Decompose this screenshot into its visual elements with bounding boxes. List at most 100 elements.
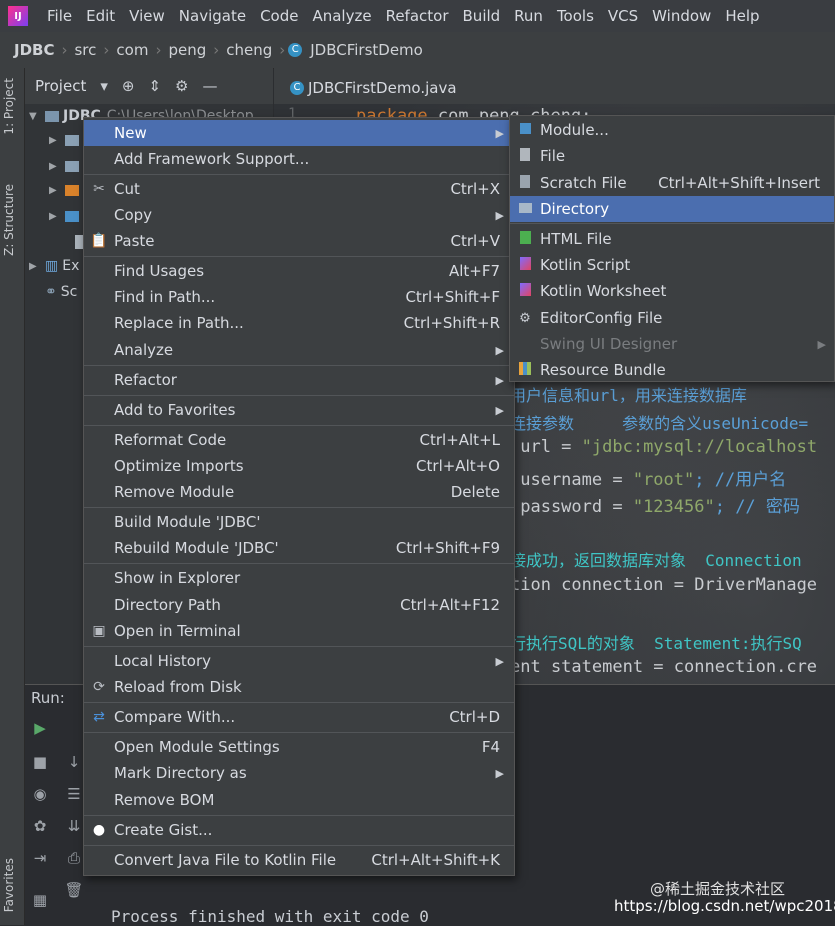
code-comment: ; //用户名 bbox=[694, 470, 787, 490]
menu-item-analyze[interactable]: Analyze ▶ bbox=[84, 337, 514, 363]
menu-item-refactor[interactable]: Refactor ▶ bbox=[84, 367, 514, 393]
menu-code[interactable]: Code bbox=[253, 7, 305, 25]
tab-jdbcfirstdemo[interactable]: C JDBCFirstDemo.java bbox=[282, 72, 465, 107]
tree-row[interactable]: ▶ bbox=[49, 204, 79, 228]
submenu-item-module[interactable]: Module... bbox=[510, 117, 834, 143]
menu-item-copy[interactable]: Copy ▶ bbox=[84, 202, 514, 228]
tree-row[interactable]: ▶ bbox=[49, 178, 79, 202]
menu-item-open-module-settings[interactable]: Open Module Settings F4 bbox=[84, 734, 514, 760]
expand-arrow-icon[interactable]: ▼ bbox=[29, 111, 39, 122]
expand-arrow-icon[interactable]: ▶ bbox=[49, 135, 59, 146]
menu-item-find-in-path[interactable]: Find in Path... Ctrl+Shift+F bbox=[84, 284, 514, 310]
menu-window[interactable]: Window bbox=[645, 7, 718, 25]
scroll-to-end-icon[interactable]: ⇊ bbox=[63, 815, 85, 837]
menu-item-mark-directory-as[interactable]: Mark Directory as ▶ bbox=[84, 760, 514, 786]
menu-view[interactable]: View bbox=[122, 7, 172, 25]
scroll-down-icon[interactable]: ↓ bbox=[63, 751, 85, 773]
menu-item-replace-in-path[interactable]: Replace in Path... Ctrl+Shift+R bbox=[84, 310, 514, 336]
trash-icon[interactable]: 🗑 bbox=[63, 879, 85, 901]
login-icon[interactable]: ⇥ bbox=[29, 847, 51, 869]
menu-item-add-to-favorites[interactable]: Add to Favorites ▶ bbox=[84, 397, 514, 423]
folder-icon bbox=[65, 134, 79, 146]
menu-shortcut: Ctrl+Alt+L bbox=[419, 431, 501, 449]
menu-separator bbox=[84, 563, 514, 564]
breadcrumb-com[interactable]: com bbox=[112, 41, 152, 59]
submenu-item-kotlin-script[interactable]: Kotlin Script bbox=[510, 252, 834, 278]
menu-item-local-history[interactable]: Local History ▶ bbox=[84, 648, 514, 674]
stop-icon[interactable]: ■ bbox=[29, 751, 51, 773]
submenu-item-kotlin-worksheet[interactable]: Kotlin Worksheet bbox=[510, 278, 834, 304]
structure-tool-tab[interactable]: Z: Structure bbox=[2, 184, 16, 256]
submenu-item-resource-bundle[interactable]: Resource Bundle bbox=[510, 357, 834, 383]
breadcrumb-cheng[interactable]: cheng bbox=[222, 41, 276, 59]
menu-item-remove-module[interactable]: Remove Module Delete bbox=[84, 479, 514, 505]
code-text: username = bbox=[510, 470, 633, 490]
menu-item-remove-bom[interactable]: Remove BOM bbox=[84, 787, 514, 813]
camera-icon[interactable]: ◉ bbox=[29, 783, 51, 805]
menu-tools[interactable]: Tools bbox=[550, 7, 601, 25]
menu-item-reformat-code[interactable]: Reformat Code Ctrl+Alt+L bbox=[84, 427, 514, 453]
menu-item-find-usages[interactable]: Find Usages Alt+F7 bbox=[84, 258, 514, 284]
scratches-icon: ⚭ bbox=[45, 284, 57, 300]
gear-icon[interactable]: ⚙ bbox=[175, 77, 188, 95]
menu-item-reload-from-disk[interactable]: ⟳ Reload from Disk bbox=[84, 674, 514, 700]
breadcrumb-jdbc[interactable]: JDBC bbox=[10, 41, 58, 59]
project-tool-tab[interactable]: 1: Project bbox=[2, 78, 16, 135]
menu-run[interactable]: Run bbox=[507, 7, 550, 25]
menu-item-directory-path[interactable]: Directory Path Ctrl+Alt+F12 bbox=[84, 592, 514, 618]
menu-item-open-in-terminal[interactable]: ▣ Open in Terminal bbox=[84, 618, 514, 644]
tree-row-scratches[interactable]: ⚭ Sc bbox=[39, 280, 77, 304]
project-view-selector[interactable]: Project bbox=[35, 77, 86, 95]
menu-refactor[interactable]: Refactor bbox=[379, 7, 456, 25]
tree-row[interactable]: ▶ bbox=[49, 128, 79, 152]
menu-build[interactable]: Build bbox=[456, 7, 508, 25]
menu-item-cut[interactable]: ✂ Cut Ctrl+X bbox=[84, 176, 514, 202]
menu-navigate[interactable]: Navigate bbox=[172, 7, 253, 25]
menu-item-create-gist[interactable]: ● Create Gist... bbox=[84, 817, 514, 843]
breadcrumb-peng[interactable]: peng bbox=[164, 41, 210, 59]
tree-row[interactable]: ▶ bbox=[49, 154, 79, 178]
submenu-item-swing-ui-designer[interactable]: Swing UI Designer ▶ bbox=[510, 331, 834, 357]
submenu-item-directory[interactable]: Directory bbox=[510, 196, 834, 222]
submenu-arrow-icon: ▶ bbox=[495, 126, 504, 140]
menu-help[interactable]: Help bbox=[718, 7, 766, 25]
scissors-icon: ✂ bbox=[93, 181, 105, 197]
menu-item-rebuild-module[interactable]: Rebuild Module 'JDBC' Ctrl+Shift+F9 bbox=[84, 535, 514, 561]
menu-analyze[interactable]: Analyze bbox=[305, 7, 378, 25]
expand-arrow-icon[interactable]: ▶ bbox=[49, 161, 59, 172]
menu-file[interactable]: File bbox=[40, 7, 79, 25]
breadcrumb-src[interactable]: src bbox=[70, 41, 100, 59]
run-play-icon[interactable]: ▶ bbox=[29, 717, 51, 739]
menu-item-optimize-imports[interactable]: Optimize Imports Ctrl+Alt+O bbox=[84, 453, 514, 479]
settings-icon[interactable]: ✿ bbox=[29, 815, 51, 837]
collapse-all-icon[interactable]: ⇕ bbox=[148, 77, 161, 95]
soft-wrap-icon[interactable]: ☰ bbox=[63, 783, 85, 805]
tree-row-external-libraries[interactable]: ▶ ▥ Ex bbox=[29, 254, 79, 278]
layout-icon[interactable]: ▦ bbox=[29, 889, 51, 911]
menu-item-convert-to-kotlin[interactable]: Convert Java File to Kotlin File Ctrl+Alt… bbox=[84, 847, 514, 873]
submenu-item-html-file[interactable]: HTML File bbox=[510, 226, 834, 252]
expand-arrow-icon[interactable]: ▶ bbox=[49, 211, 59, 222]
menu-item-show-in-explorer[interactable]: Show in Explorer bbox=[84, 565, 514, 591]
submenu-item-label: Module... bbox=[540, 121, 609, 139]
submenu-item-file[interactable]: File bbox=[510, 143, 834, 169]
menu-item-new[interactable]: New ▶ bbox=[84, 120, 514, 146]
submenu-item-scratch-file[interactable]: Scratch File Ctrl+Alt+Shift+Insert bbox=[510, 170, 834, 196]
submenu-item-editorconfig-file[interactable]: ⚙ EditorConfig File bbox=[510, 305, 834, 331]
menu-item-add-framework-support[interactable]: Add Framework Support... bbox=[84, 146, 514, 172]
menu-item-build-module[interactable]: Build Module 'JDBC' bbox=[84, 509, 514, 535]
menu-edit[interactable]: Edit bbox=[79, 7, 122, 25]
menu-item-paste[interactable]: 📋 Paste Ctrl+V bbox=[84, 228, 514, 254]
print-icon[interactable]: ⎙ bbox=[63, 847, 85, 869]
run-output-text: Process finished with exit code 0 bbox=[111, 907, 429, 926]
minimize-icon[interactable]: — bbox=[202, 77, 217, 95]
locate-target-icon[interactable]: ⊕ bbox=[122, 77, 135, 95]
menu-vcs[interactable]: VCS bbox=[601, 7, 645, 25]
expand-arrow-icon[interactable]: ▶ bbox=[29, 261, 39, 272]
chevron-right-icon: › bbox=[103, 41, 110, 59]
favorites-tool-tab[interactable]: Favorites bbox=[2, 858, 16, 912]
breadcrumb-class[interactable]: JDBCFirstDemo bbox=[306, 41, 427, 59]
expand-arrow-icon[interactable]: ▶ bbox=[49, 185, 59, 196]
dropdown-arrow-icon[interactable]: ▾ bbox=[100, 77, 108, 95]
menu-item-compare-with[interactable]: ⇄ Compare With... Ctrl+D bbox=[84, 704, 514, 730]
